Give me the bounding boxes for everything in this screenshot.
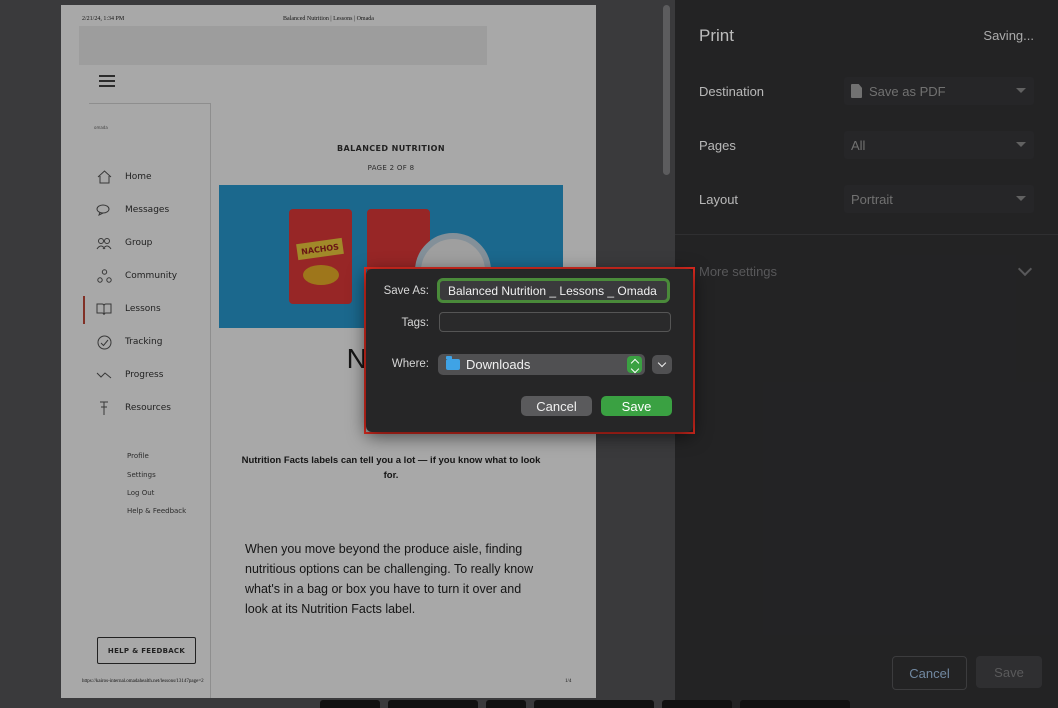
more-settings-toggle[interactable]: More settings (699, 264, 777, 279)
panel-divider (675, 234, 1058, 235)
pages-label: Pages (699, 138, 736, 153)
where-value: Downloads (466, 357, 531, 372)
nav-item-resources: Resources (96, 399, 206, 417)
sidebar-divider (89, 103, 211, 104)
destination-select[interactable]: Save as PDF (844, 77, 1034, 105)
nav-item-messages: Messages (96, 201, 206, 219)
lesson-title: BALANCED NUTRITION (337, 144, 445, 153)
save-as-label: Save As: (383, 285, 429, 297)
community-icon (96, 268, 112, 284)
chevron-down-icon (1016, 196, 1026, 201)
chevron-down-icon (1016, 88, 1026, 93)
nav-label: Messages (125, 205, 170, 215)
where-select[interactable]: Downloads (438, 354, 645, 375)
layout-value: Portrait (851, 191, 893, 207)
where-label: Where: (391, 358, 429, 370)
nav-item-group: Group (96, 234, 206, 252)
nav-label: Tracking (125, 337, 163, 347)
nav-label: Group (125, 238, 153, 248)
expand-dialog-button[interactable] (652, 355, 672, 374)
nav-item-community: Community (96, 267, 206, 285)
lessons-icon (96, 301, 112, 317)
save-dialog: Save As: Tags: Where: Downloads Cancel S… (366, 269, 693, 432)
background-page-text (320, 700, 900, 708)
lesson-intro: Nutrition Facts labels can tell you a lo… (241, 455, 541, 481)
document-icon (851, 84, 862, 98)
sub-link-help: Help & Feedback (127, 507, 187, 515)
lesson-body: When you move beyond the produce aisle, … (245, 542, 534, 616)
redacted-banner (79, 26, 487, 65)
print-save-button[interactable]: Save (976, 656, 1042, 688)
pages-select[interactable]: All (844, 131, 1034, 159)
cancel-button[interactable]: Cancel (521, 396, 592, 416)
menu-icon (99, 75, 115, 87)
pages-value: All (851, 137, 866, 153)
nav-label: Home (125, 172, 152, 182)
destination-label: Destination (699, 84, 765, 99)
nav-item-home: Home (96, 168, 206, 186)
tags-label: Tags: (401, 317, 430, 329)
messages-icon (96, 202, 112, 218)
bag-label: NACHOS (296, 237, 344, 261)
up-down-chevron-icon (627, 356, 642, 373)
save-as-input[interactable] (437, 278, 670, 303)
print-title: Print (699, 26, 734, 45)
nav-label: Resources (125, 403, 171, 413)
home-icon (96, 169, 112, 185)
save-button[interactable]: Save (601, 396, 672, 416)
sub-link-profile: Profile (127, 452, 149, 460)
chip-bag-image: NACHOS (289, 209, 352, 304)
page-header-title: Balanced Nutrition | Lessons | Omada (283, 16, 374, 22)
chevron-down-icon (1016, 142, 1026, 147)
print-cancel-button[interactable]: Cancel (892, 656, 967, 690)
nav-active-indicator (83, 296, 85, 324)
sub-link-logout: Log Out (127, 489, 155, 497)
layout-label: Layout (699, 192, 739, 207)
omada-logo: omada (94, 125, 108, 130)
nav-label: Lessons (125, 304, 161, 314)
sub-link-settings: Settings (127, 471, 156, 479)
nav-item-progress: Progress (96, 366, 206, 384)
resources-icon (96, 400, 112, 416)
preview-scrollbar-thumb[interactable] (663, 5, 670, 175)
chevron-down-icon (657, 358, 667, 368)
print-settings-panel: Print Saving... Destination Save as PDF … (675, 0, 1058, 708)
print-status: Saving... (983, 28, 1034, 43)
progress-icon (96, 367, 112, 383)
destination-value: Save as PDF (869, 83, 946, 99)
help-feedback-button: HELP & FEEDBACK (97, 637, 196, 664)
nav-item-tracking: Tracking (96, 333, 206, 351)
chevron-down-icon[interactable] (1017, 261, 1033, 277)
tags-input[interactable] (439, 312, 671, 332)
group-icon (96, 235, 112, 251)
page-footer-number: 1/4 (565, 679, 572, 684)
layout-select[interactable]: Portrait (844, 185, 1034, 213)
sidebar-border (210, 103, 211, 698)
lesson-page-indicator: PAGE 2 OF 8 (367, 164, 415, 172)
tracking-icon (96, 334, 112, 350)
nav-label: Progress (125, 370, 164, 380)
nav-item-lessons: Lessons (96, 300, 206, 318)
page-footer-url: https://kairos-internal.omadahealth.net/… (82, 679, 204, 684)
nav-label: Community (125, 271, 178, 281)
folder-icon (446, 356, 460, 370)
